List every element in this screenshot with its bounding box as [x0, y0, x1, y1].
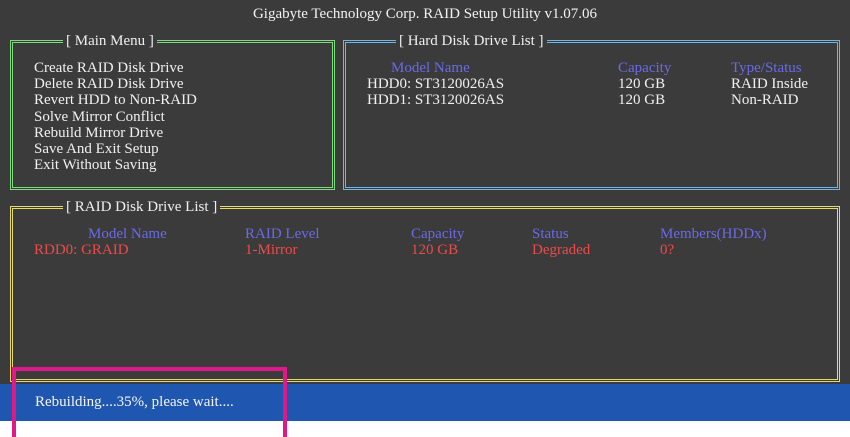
menu-item-delete-raid[interactable]: Delete RAID Disk Drive [34, 76, 197, 92]
raid-row-capacity: 120 GB [411, 242, 459, 258]
hdd-header-model: Model Name [391, 60, 470, 76]
menu-item-rebuild-mirror[interactable]: Rebuild Mirror Drive [34, 125, 197, 141]
menu-item-create-raid[interactable]: Create RAID Disk Drive [34, 60, 197, 76]
raid-row-model: RDD0: GRAID [34, 242, 129, 258]
raid-list-panel: [ RAID Disk Drive List ] Model Name RAID… [10, 198, 840, 382]
raid-row-status: Degraded [532, 242, 591, 258]
menu-item-solve-mirror-conflict[interactable]: Solve Mirror Conflict [34, 109, 197, 125]
hdd-row-model: HDD0: ST3120026AS [367, 76, 505, 92]
hdd-row-type: RAID Inside [731, 76, 809, 92]
raid-header-members: Members(HDDx) [660, 226, 767, 242]
raid-header-status: Status [532, 226, 569, 242]
hdd-header-type: Type/Status [731, 60, 802, 76]
hdd-header-capacity: Capacity [618, 60, 672, 76]
menu-item-revert-hdd[interactable]: Revert HDD to Non-RAID [34, 92, 197, 108]
app-title: Gigabyte Technology Corp. RAID Setup Uti… [252, 6, 598, 22]
raid-header-model: Model Name [88, 226, 167, 242]
highlight-annotation-box [12, 367, 287, 437]
hdd-row-type: Non-RAID [731, 92, 799, 108]
hdd-row-capacity: 120 GB [618, 92, 666, 108]
main-menu-list: Create RAID Disk Drive Delete RAID Disk … [34, 60, 197, 173]
raid-row-members: 0? [660, 242, 675, 258]
raid-header-capacity: Capacity [411, 226, 465, 242]
raid-header-level: RAID Level [245, 226, 320, 242]
main-menu-title: [ Main Menu ] [63, 32, 157, 50]
hdd-list-title: [ Hard Disk Drive List ] [396, 32, 547, 50]
hdd-list-panel: [ Hard Disk Drive List ] Model Name Capa… [343, 32, 840, 190]
raid-row-level: 1-Mirror [245, 242, 298, 258]
raid-list-title: [ RAID Disk Drive List ] [63, 198, 221, 216]
hdd-row-model: HDD1: ST3120026AS [367, 92, 505, 108]
hdd-row-capacity: 120 GB [618, 76, 666, 92]
raid-setup-screen: Gigabyte Technology Corp. RAID Setup Uti… [0, 0, 850, 421]
main-menu-panel: [ Main Menu ] Create RAID Disk Drive Del… [10, 32, 335, 190]
menu-item-exit-without-saving[interactable]: Exit Without Saving [34, 157, 197, 173]
menu-item-save-exit[interactable]: Save And Exit Setup [34, 141, 197, 157]
